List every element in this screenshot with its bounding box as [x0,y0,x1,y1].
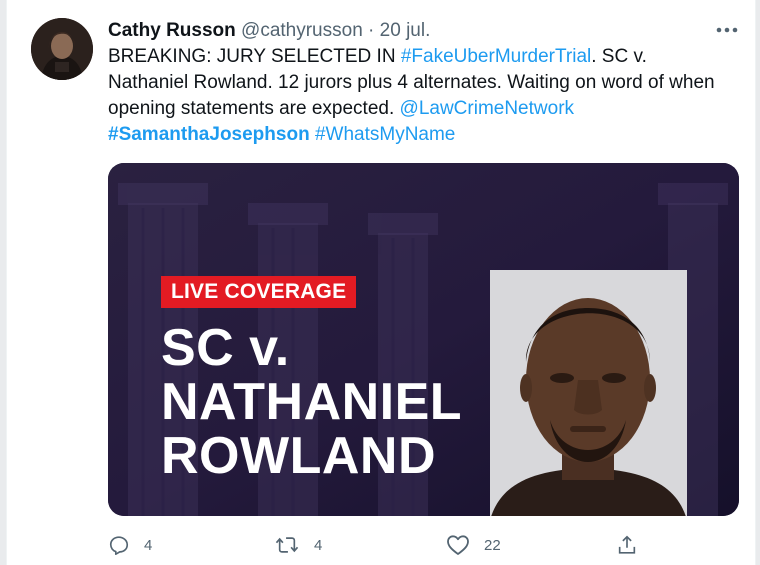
share-button[interactable] [616,530,652,560]
reply-count: 4 [144,536,153,554]
like-button[interactable]: 22 [446,530,501,560]
retweet-icon [275,537,299,553]
tweet-media-image[interactable]: LIVE COVERAGE SC v. NATHANIEL ROWLAND [108,163,739,516]
tweet-actions: 4 4 22 [108,530,648,560]
avatar-image [31,18,93,80]
case-title-line1: SC v. [161,319,290,377]
mention-lawcrimenetwork[interactable]: @LawCrimeNetwork [400,98,575,119]
author-name[interactable]: Cathy Russon [108,20,236,41]
retweet-button[interactable]: 4 [274,530,322,560]
hashtag-whatsmyname[interactable]: #WhatsMyName [315,124,455,145]
mugshot-photo [490,270,687,516]
tweet-text-part1: BREAKING: JURY SELECTED IN [108,46,401,67]
tweet-text: BREAKING: JURY SELECTED IN #FakeUberMurd… [108,44,728,148]
avatar[interactable] [31,18,93,80]
tweet-header: Cathy Russon @cathyrusson · 20 jul. [108,20,430,42]
case-title: SC v. NATHANIEL ROWLAND [161,321,481,483]
case-title-line2: NATHANIEL [161,373,463,431]
more-button[interactable] [710,16,744,44]
like-count: 22 [484,536,501,554]
reply-icon [109,536,129,555]
tweet-date[interactable]: 20 jul. [380,20,431,41]
case-title-line3: ROWLAND [161,427,437,485]
hashtag-samanthajosephson[interactable]: #SamanthaJosephson [108,124,310,145]
retweet-count: 4 [314,536,323,554]
separator-dot: · [368,20,375,41]
hashtag-fakeubermurdertrial[interactable]: #FakeUberMurderTrial [401,46,591,67]
mugshot-image [490,270,687,516]
share-icon [618,535,636,554]
reply-button[interactable]: 4 [108,530,152,560]
author-handle[interactable]: @cathyrusson [241,20,363,41]
like-icon [447,535,469,555]
more-icon [716,27,738,33]
live-coverage-badge: LIVE COVERAGE [161,276,357,308]
tweet-card[interactable]: Cathy Russon @cathyrusson · 20 jul. BREA… [6,0,756,565]
